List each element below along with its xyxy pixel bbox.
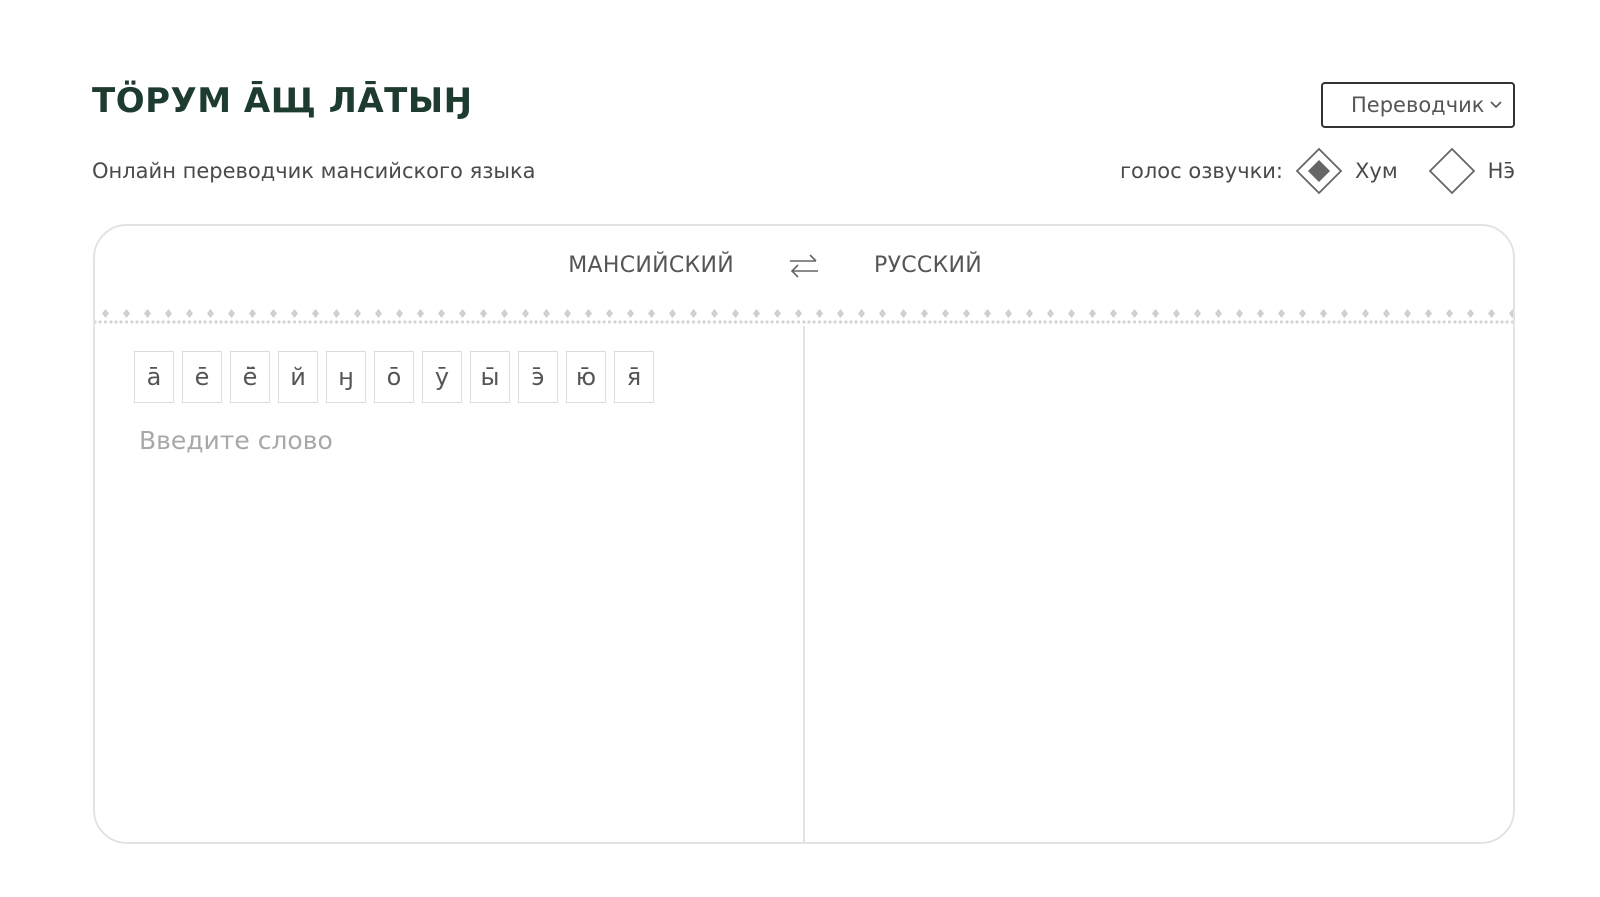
voice-option-label: Нэ̄ — [1487, 159, 1515, 183]
char-key[interactable]: ы̄ — [470, 351, 510, 403]
special-char-keyboard: ā ē ё̄ й ӈ ō ӯ ы̄ э̄ ю̄ я̄ — [134, 351, 662, 403]
voice-option-hum[interactable]: Хум — [1295, 147, 1398, 195]
voice-option-label: Хум — [1355, 159, 1398, 183]
voice-option-ne[interactable]: Нэ̄ — [1428, 147, 1515, 195]
diamond-radio-icon — [1428, 147, 1475, 195]
logo[interactable]: ТӦРУМ ĀЩ ЛĀТЫӇ — [92, 78, 473, 124]
char-key[interactable]: ē — [182, 351, 222, 403]
char-key[interactable]: ō — [374, 351, 414, 403]
mode-select-value: Переводчик — [1351, 93, 1485, 117]
char-key[interactable]: ё̄ — [230, 351, 270, 403]
char-key[interactable]: я̄ — [614, 351, 654, 403]
chevron-down-icon — [1490, 101, 1502, 109]
source-text-input[interactable] — [139, 426, 779, 806]
target-language[interactable]: РУССКИЙ — [874, 253, 1074, 278]
char-key[interactable]: й — [278, 351, 318, 403]
language-bar: МАНСИЙСКИЙ РУССКИЙ — [95, 226, 1513, 305]
site-subtitle: Онлайн переводчик мансийского языка — [92, 159, 536, 183]
swap-arrows-icon — [790, 253, 818, 278]
swap-languages-button[interactable] — [734, 252, 874, 280]
mode-select[interactable]: Переводчик — [1321, 82, 1515, 128]
source-language[interactable]: МАНСИЙСКИЙ — [534, 253, 734, 278]
ornament-border — [95, 306, 1513, 326]
char-key[interactable]: э̄ — [518, 351, 558, 403]
voice-label: голос озвучки: — [1120, 159, 1284, 183]
pane-divider — [803, 326, 805, 842]
voice-selector: голос озвучки: Хум Нэ̄ — [1120, 147, 1515, 195]
char-key[interactable]: ӯ — [422, 351, 462, 403]
diamond-radio-selected-icon — [1295, 147, 1343, 195]
char-key[interactable]: ā — [134, 351, 174, 403]
translation-output — [835, 426, 1475, 806]
char-key[interactable]: ю̄ — [566, 351, 606, 403]
translator-panel: МАНСИЙСКИЙ РУССКИЙ ā ē ё̄ й ӈ ō ӯ ы̄ э̄ … — [93, 224, 1515, 844]
char-key[interactable]: ӈ — [326, 351, 366, 403]
